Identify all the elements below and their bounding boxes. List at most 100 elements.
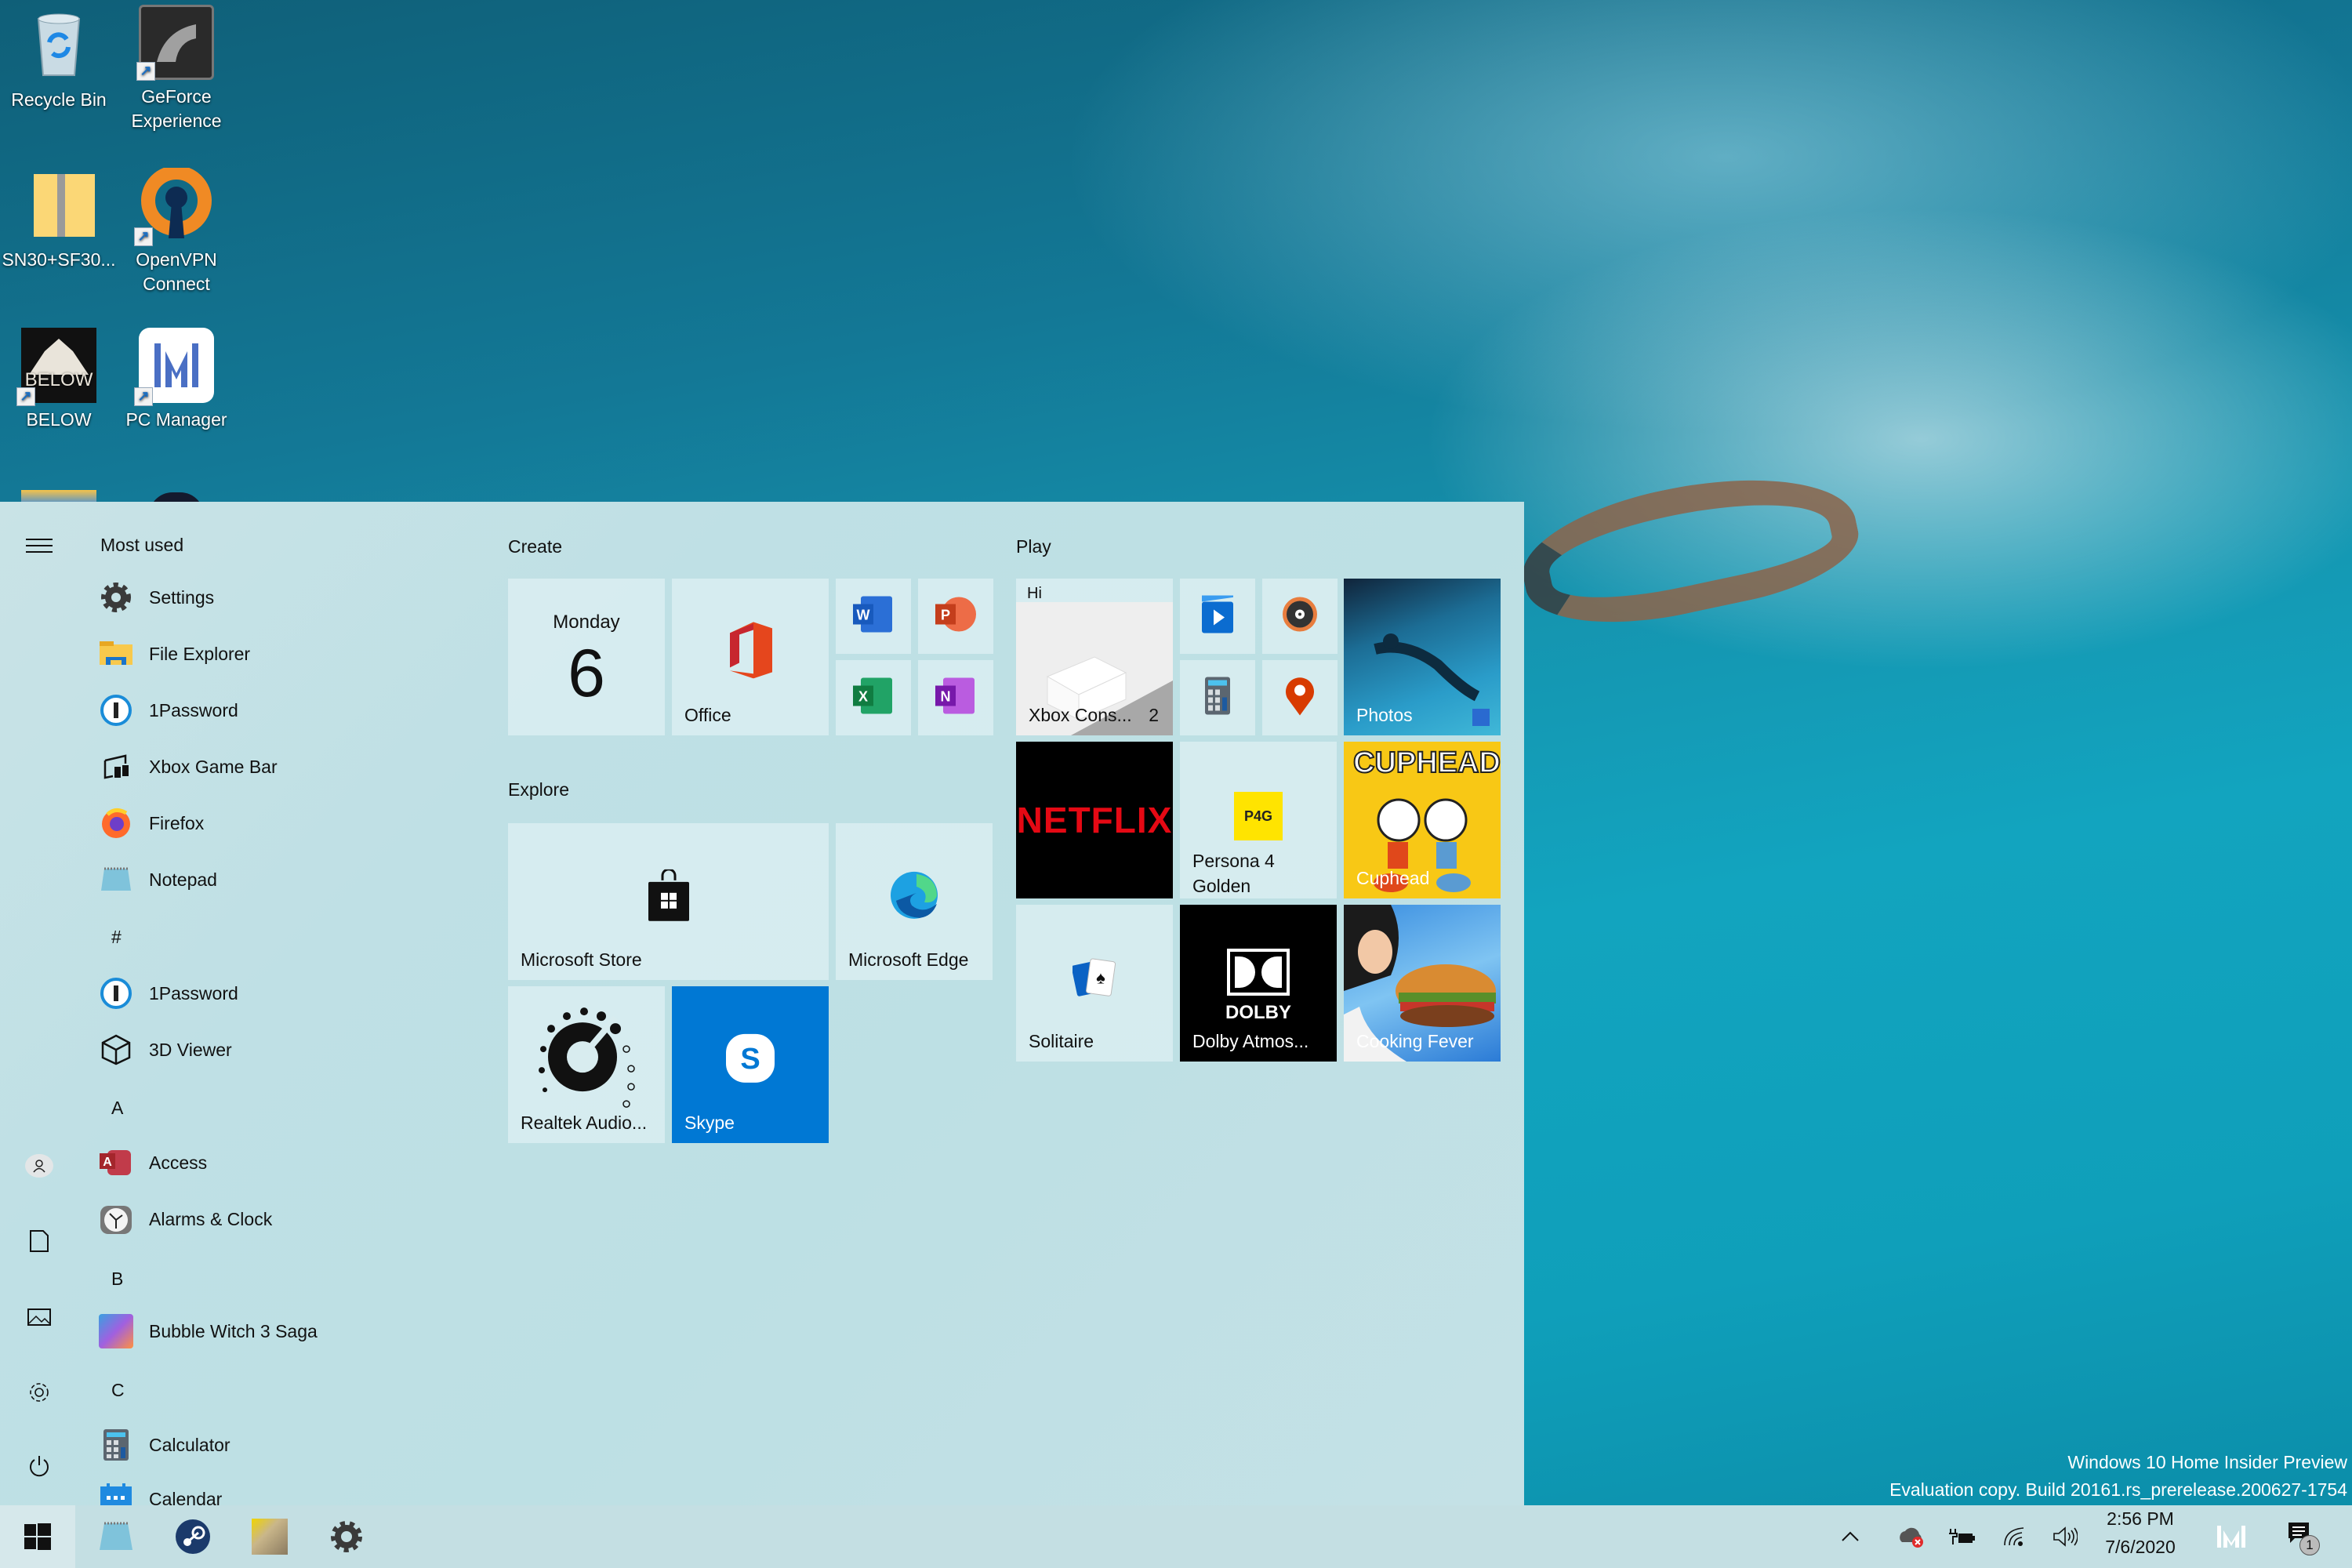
- firefox-icon: [99, 806, 133, 840]
- volume-button[interactable]: [2042, 1505, 2089, 1568]
- app-label: Access: [149, 1152, 208, 1173]
- documents-button[interactable]: [16, 1218, 63, 1265]
- xbox-badge-count: 2: [1149, 705, 1159, 725]
- tile-cuphead[interactable]: CUPHEAD Cuphead: [1344, 742, 1501, 898]
- desktop-icon-below[interactable]: BELOW ↗ BELOW: [0, 328, 118, 432]
- svg-text:A: A: [103, 1156, 112, 1169]
- tile-excel[interactable]: X: [836, 660, 911, 735]
- settings-button[interactable]: [16, 1369, 63, 1416]
- start-button[interactable]: [0, 1505, 75, 1568]
- tile-groove-music[interactable]: [1262, 579, 1338, 654]
- section-letter-a[interactable]: A: [111, 1098, 123, 1119]
- shortcut-arrow-icon: ↗: [16, 387, 35, 406]
- app-item-bubble-witch[interactable]: Bubble Witch 3 Saga: [99, 1306, 475, 1356]
- dolby-logo-text: DOLBY: [1225, 1002, 1291, 1023]
- tile-powerpoint[interactable]: P: [918, 579, 993, 654]
- 1password-icon: [99, 693, 133, 728]
- persona-app-icon: [252, 1519, 288, 1555]
- section-letter-b[interactable]: B: [111, 1269, 123, 1290]
- tile-onenote[interactable]: N: [918, 660, 993, 735]
- start-rail: [0, 502, 78, 1505]
- excel-icon: X: [853, 677, 894, 718]
- onedrive-error-button[interactable]: [1888, 1505, 1935, 1568]
- app-item-1password[interactable]: 1Password: [99, 685, 475, 735]
- tile-office[interactable]: Office: [672, 579, 829, 735]
- netflix-logo: NETFLIX: [1016, 800, 1173, 840]
- app-item-firefox[interactable]: Firefox: [99, 798, 475, 848]
- tile-movies-tv[interactable]: [1180, 579, 1255, 654]
- tile-word[interactable]: W: [836, 579, 911, 654]
- alarm-clock-icon: [99, 1202, 133, 1236]
- notepad-icon: [99, 862, 133, 897]
- calendar-day: Monday: [553, 612, 620, 633]
- store-bag-icon: [648, 868, 689, 925]
- tile-solitaire[interactable]: ♠ Solitaire: [1016, 905, 1173, 1062]
- desktop-icon-pc-manager[interactable]: ↗ PC Manager: [118, 328, 235, 432]
- pictures-icon: [27, 1308, 51, 1326]
- tile-skype[interactable]: S Skype: [672, 986, 829, 1143]
- group-title-play[interactable]: Play: [1016, 536, 1051, 557]
- maps-pin-icon: [1284, 677, 1316, 720]
- tile-photos[interactable]: Photos: [1344, 579, 1501, 735]
- user-account-button[interactable]: [16, 1142, 63, 1189]
- tile-persona-4-golden[interactable]: P4G Persona 4 Golden: [1180, 742, 1337, 898]
- desktop-icon-zip[interactable]: SN30+SF30...: [0, 168, 118, 272]
- tile-label: Skype: [684, 1112, 735, 1133]
- tile-dolby-atmos[interactable]: DOLBY Dolby Atmos...: [1180, 905, 1337, 1062]
- tile-label: Office: [684, 705, 731, 725]
- power-button[interactable]: [16, 1443, 63, 1490]
- show-hidden-icons-button[interactable]: [1827, 1505, 1874, 1568]
- taskbar-persona-4-golden[interactable]: [232, 1505, 307, 1568]
- app-label: Firefox: [149, 812, 205, 833]
- group-title-create[interactable]: Create: [508, 536, 562, 557]
- clock-time[interactable]: 2:56 PM: [2092, 1508, 2189, 1530]
- battery-button[interactable]: [1938, 1505, 1985, 1568]
- desktop-icon-geforce[interactable]: ↗ GeForce Experience: [118, 5, 235, 133]
- tile-xbox-console-companion[interactable]: Hi Xbox Cons... 2: [1016, 579, 1173, 735]
- app-item-calendar[interactable]: Calendar: [99, 1474, 475, 1505]
- word-icon: W: [853, 596, 894, 637]
- app-item-3d-viewer[interactable]: 3D Viewer: [99, 1025, 475, 1075]
- app-item-alarms-clock[interactable]: Alarms & Clock: [99, 1194, 475, 1244]
- taskbar-notepad[interactable]: [78, 1505, 154, 1568]
- tile-netflix[interactable]: NETFLIX: [1016, 742, 1173, 898]
- app-label: Calculator: [149, 1434, 230, 1455]
- app-item-calculator[interactable]: Calculator: [99, 1420, 475, 1470]
- pc-manager-icon: ↗: [134, 328, 214, 406]
- app-item-notepad[interactable]: Notepad: [99, 855, 475, 905]
- taskbar: 2:56 PM 7/6/2020 1: [0, 1505, 2352, 1568]
- speaker-icon: [2053, 1526, 2078, 1547]
- app-item-file-explorer[interactable]: File Explorer: [99, 629, 475, 679]
- taskbar-steam[interactable]: [155, 1505, 230, 1568]
- tile-calendar[interactable]: Monday 6: [508, 579, 665, 735]
- powerpoint-icon: P: [935, 597, 976, 637]
- group-title-explore[interactable]: Explore: [508, 779, 569, 800]
- expand-menu-button[interactable]: [16, 522, 63, 569]
- wifi-icon: [2004, 1527, 2024, 1546]
- section-letter-c[interactable]: C: [111, 1380, 125, 1401]
- section-letter-hash[interactable]: #: [111, 927, 122, 948]
- pictures-button[interactable]: [16, 1294, 63, 1341]
- app-item-1password-all[interactable]: 1Password: [99, 968, 475, 1018]
- photos-app-badge-icon: [1472, 709, 1490, 726]
- network-button[interactable]: [1991, 1505, 2038, 1568]
- clock-date[interactable]: 7/6/2020: [2092, 1537, 2189, 1558]
- tile-realtek-audio[interactable]: Realtek Audio...: [508, 986, 665, 1143]
- desktop-icon-openvpn[interactable]: ↗ OpenVPN Connect: [118, 165, 235, 296]
- app-item-settings[interactable]: Settings: [99, 572, 475, 622]
- xbox-greeting: Hi: [1027, 585, 1042, 602]
- tile-cooking-fever[interactable]: Cooking Fever: [1344, 905, 1501, 1062]
- tile-microsoft-edge[interactable]: Microsoft Edge: [836, 823, 993, 980]
- 1password-icon: [99, 976, 133, 1011]
- pc-manager-tray-button[interactable]: [2208, 1505, 2255, 1568]
- svg-text:P: P: [941, 608, 950, 623]
- power-icon: [30, 1456, 49, 1477]
- tile-microsoft-store[interactable]: Microsoft Store: [508, 823, 829, 980]
- app-item-xbox-game-bar[interactable]: Xbox Game Bar: [99, 742, 475, 792]
- taskbar-settings[interactable]: [309, 1505, 384, 1568]
- tile-maps[interactable]: [1262, 660, 1338, 735]
- action-center-button[interactable]: 1: [2275, 1505, 2330, 1568]
- app-item-access[interactable]: A Access: [99, 1138, 475, 1188]
- desktop-icon-recycle-bin[interactable]: Recycle Bin: [0, 8, 118, 112]
- tile-calculator[interactable]: [1180, 660, 1255, 735]
